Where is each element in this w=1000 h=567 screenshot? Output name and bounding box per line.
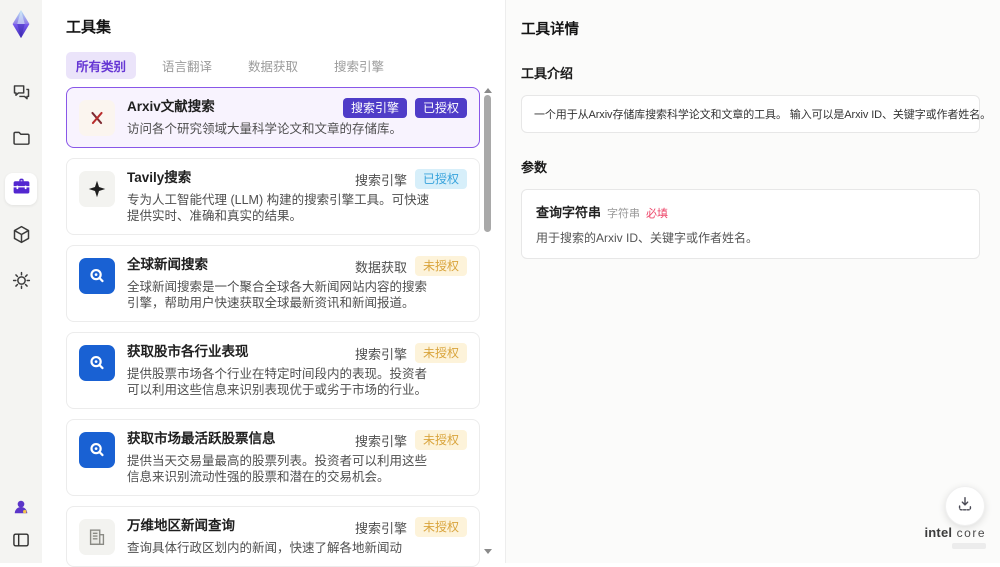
tab-all-categories[interactable]: 所有类别	[66, 51, 137, 79]
intro-text: 一个用于从Arxiv存储库搜索科学论文和文章的工具。 输入可以是Arxiv ID…	[534, 109, 991, 121]
toolbox-icon	[11, 176, 32, 202]
tab-language-translation[interactable]: 语言翻译	[152, 52, 222, 79]
tool-card-regional-news[interactable]: 万维地区新闻查询 搜索引擎 未授权 查询具体行政区划内的新闻，快速了解各地新闻动	[66, 506, 480, 567]
chat-icon	[11, 82, 32, 108]
param-name: 查询字符串	[536, 205, 602, 220]
core-wordmark: core	[956, 526, 986, 540]
download-icon	[955, 494, 975, 519]
scroll-down-icon[interactable]	[483, 549, 492, 554]
tool-card-tavily[interactable]: Tavily搜索 搜索引擎 已授权 专为人工智能代理 (LLM) 构建的搜索引擎…	[66, 158, 480, 235]
package-icon	[11, 224, 32, 250]
tool-card-global-news[interactable]: 全球新闻搜索 数据获取 未授权 全球新闻搜索是一个聚合全球各大新闻网站内容的搜索…	[66, 245, 480, 322]
tool-name: 获取股市各行业表现	[127, 344, 249, 359]
details-panel: 工具详情 工具介绍 一个用于从Arxiv存储库搜索科学论文和文章的工具。 输入可…	[505, 0, 1000, 563]
tool-card-arxiv[interactable]: Arxiv文献搜索 搜索引擎 已授权 访问各个研究领域大量科学论文和文章的存储库…	[66, 87, 480, 148]
blue-search-icon	[79, 258, 115, 294]
arxiv-icon	[79, 100, 115, 136]
building-news-icon	[79, 519, 115, 555]
category-label: 搜索引擎	[354, 172, 407, 188]
tool-name: Tavily搜索	[127, 170, 192, 185]
auth-badge: 已授权	[414, 98, 467, 118]
tool-name: 获取市场最活跃股票信息	[127, 431, 276, 446]
param-description: 用于搜索的Arxiv ID、关键字或作者姓名。	[536, 231, 759, 245]
sidebar-item-files[interactable]	[6, 127, 36, 155]
intel-wordmark: intel	[924, 525, 953, 540]
auth-badge: 未授权	[414, 430, 467, 450]
scrollbar-thumb[interactable]	[484, 95, 491, 232]
sidebar-item-settings[interactable]	[6, 269, 36, 297]
params-heading: 参数	[521, 160, 548, 175]
list-scrollbar[interactable]	[483, 88, 492, 554]
sidebar-item-models[interactable]	[6, 223, 36, 251]
page-title: 工具集	[66, 19, 112, 36]
tool-name: Arxiv文献搜索	[127, 99, 215, 114]
tool-description: 提供股票市场各个行业在特定时间段内的表现。投资者可以利用这些信息来识别表现优于或…	[127, 367, 428, 397]
sidebar-item-tools[interactable]	[5, 173, 37, 205]
auth-badge: 未授权	[414, 256, 467, 276]
tab-search-engine[interactable]: 搜索引擎	[324, 52, 394, 79]
app-logo	[6, 9, 36, 41]
tool-name: 全球新闻搜索	[127, 257, 208, 272]
details-title: 工具详情	[521, 22, 579, 38]
auth-badge: 未授权	[414, 517, 467, 537]
category-label: 搜索引擎	[354, 520, 407, 536]
sidebar-item-collapse[interactable]	[8, 530, 34, 554]
gear-icon	[11, 270, 32, 296]
auth-badge: 未授权	[414, 343, 467, 363]
tool-list: Arxiv文献搜索 搜索引擎 已授权 访问各个研究领域大量科学论文和文章的存储库…	[66, 87, 480, 567]
intro-heading: 工具介绍	[521, 66, 574, 81]
tool-description: 访问各个研究领域大量科学论文和文章的存储库。	[127, 122, 403, 136]
tool-card-most-active-stocks[interactable]: 获取市场最活跃股票信息 搜索引擎 未授权 提供当天交易量最高的股票列表。投资者可…	[66, 419, 480, 496]
folder-icon	[11, 128, 32, 154]
avatar-icon	[11, 497, 31, 522]
param-type: 字符串	[607, 208, 641, 220]
tool-name: 万维地区新闻查询	[127, 518, 235, 533]
tool-card-sector-performance[interactable]: 获取股市各行业表现 搜索引擎 未授权 提供股票市场各个行业在特定时间段内的表现。…	[66, 332, 480, 409]
auth-badge: 已授权	[414, 169, 467, 189]
intel-sub-badge	[952, 543, 986, 549]
blue-search-icon	[79, 432, 115, 468]
sparkle-star-icon	[79, 171, 115, 207]
panel-toggle-icon	[11, 530, 31, 555]
category-label: 搜索引擎	[354, 433, 407, 449]
download-button[interactable]	[945, 486, 985, 526]
param-required-badge: 必填	[646, 208, 669, 220]
intro-card: 一个用于从Arxiv存储库搜索科学论文和文章的工具。 输入可以是Arxiv ID…	[521, 95, 991, 133]
sidebar	[0, 0, 42, 563]
tool-description: 全球新闻搜索是一个聚合全球各大新闻网站内容的搜索引擎，帮助用户快速获取全球最新资…	[127, 280, 428, 310]
category-tabs: 所有类别 语言翻译 数据获取 搜索引擎	[66, 51, 505, 79]
tool-description: 提供当天交易量最高的股票列表。投资者可以利用这些信息来识别流动性强的股票和潜在的…	[127, 454, 428, 484]
blue-search-icon	[79, 345, 115, 381]
tool-description: 专为人工智能代理 (LLM) 构建的搜索引擎工具。可快速提供实时、准确和真实的结…	[127, 193, 430, 223]
sidebar-item-account[interactable]	[8, 497, 34, 521]
category-label: 数据获取	[354, 259, 407, 275]
scroll-up-icon[interactable]	[483, 88, 492, 93]
sidebar-item-chat[interactable]	[6, 81, 36, 109]
tab-data-fetching[interactable]: 数据获取	[238, 52, 308, 79]
tools-panel: 工具集 所有类别 语言翻译 数据获取 搜索引擎 Arxiv文献搜索 搜索引擎 已…	[42, 0, 505, 567]
intel-core-logo: intel core	[924, 526, 986, 549]
category-label: 搜索引擎	[354, 346, 407, 362]
tool-description: 查询具体行政区划内的新闻，快速了解各地新闻动	[127, 541, 403, 555]
category-badge: 搜索引擎	[342, 98, 407, 118]
param-card: 查询字符串 字符串 必填 用于搜索的Arxiv ID、关键字或作者姓名。	[521, 189, 980, 259]
